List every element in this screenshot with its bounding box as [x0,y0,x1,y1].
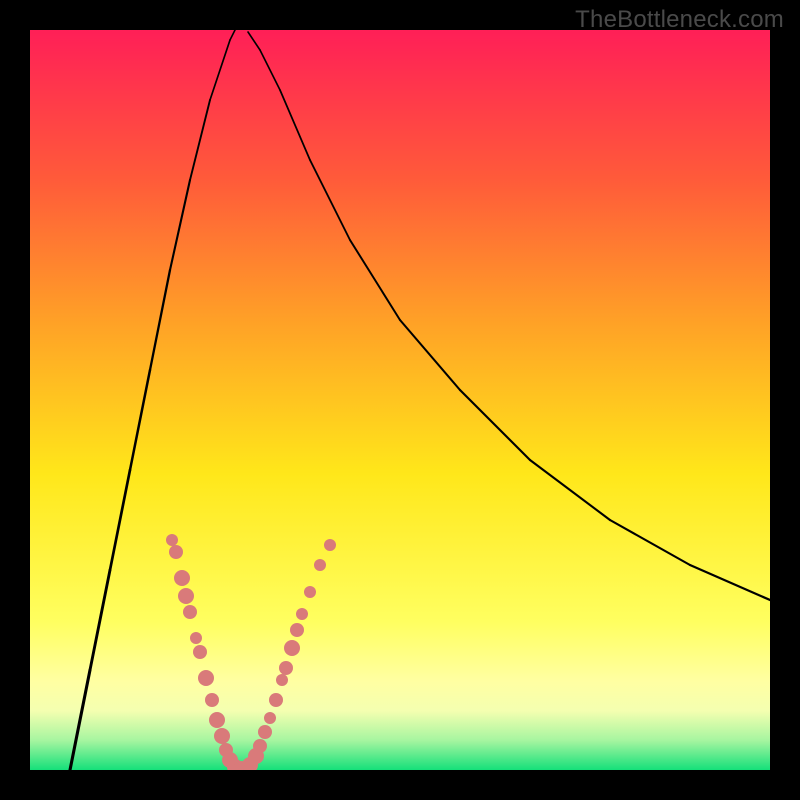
sample-dot-left [169,545,183,559]
watermark-text: TheBottleneck.com [575,6,784,34]
left-curve-segment [210,40,230,100]
left-curve-segment [130,370,150,470]
left-curve-segment [110,470,130,570]
sample-dot-right [304,586,316,598]
sample-dot-right [324,539,336,551]
curves-svg [30,30,770,770]
sample-dot-right [279,661,293,675]
sample-dot-left [198,670,214,686]
sample-dot-left [214,728,230,744]
left-curve-segment [90,570,110,670]
left-curve-segment [70,670,90,770]
right-curve-segment [400,320,460,390]
sample-dot-left [205,693,219,707]
right-curve-segment [610,520,690,565]
left-curve-segment [230,30,235,40]
sample-dot-left [190,632,202,644]
right-curve-segment [248,32,260,50]
plot-area [30,30,770,770]
sample-dot-right [269,693,283,707]
sample-dot-right [253,739,267,753]
sample-dot-right [296,608,308,620]
sample-dot-right [264,712,276,724]
sample-dot-right [284,640,300,656]
right-curve-segment [260,50,280,90]
sample-dot-right [290,623,304,637]
sample-dot-left [166,534,178,546]
sample-dot-right [314,559,326,571]
chart-frame: TheBottleneck.com [0,0,800,800]
sample-dot-left [193,645,207,659]
right-curve-segment [350,240,400,320]
left-curve-segment [170,180,190,270]
sample-dot-right [258,725,272,739]
left-curve-segment [190,100,210,180]
right-curve-segment [530,460,610,520]
right-curve-segment [310,160,350,240]
sample-dot-left [174,570,190,586]
sample-dot-left [183,605,197,619]
sample-dot-left [209,712,225,728]
left-curve-segment [150,270,170,370]
right-curve-segment [690,565,770,600]
right-curve-segment [460,390,530,460]
sample-dot-right [276,674,288,686]
right-curve-segment [280,90,310,160]
sample-dot-left [178,588,194,604]
